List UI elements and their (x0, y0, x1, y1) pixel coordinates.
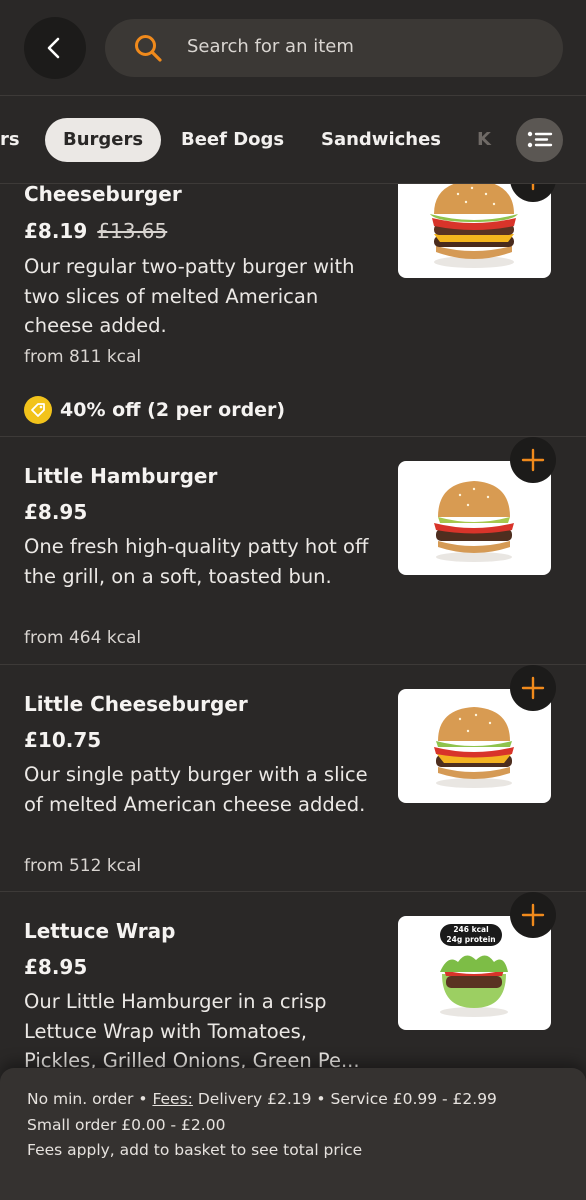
item-price: £10.75 (24, 728, 102, 752)
plus-icon (521, 676, 545, 700)
tab-previous[interactable]: rs (0, 118, 20, 162)
badge-kcal: 246 kcal (453, 925, 489, 934)
tab-burgers[interactable]: Burgers (45, 118, 162, 162)
min-order-text: No min. order (27, 1090, 134, 1108)
item-description: Our regular two-patty burger with two sl… (24, 255, 355, 337)
item-kcal: from 811 kcal (24, 347, 142, 367)
item-name: Little Hamburger (24, 464, 218, 488)
delivery-fee: Delivery £2.19 (197, 1090, 312, 1108)
fees-note: Fees apply, add to basket to see total p… (27, 1141, 363, 1159)
item-name: Cheeseburger (24, 184, 182, 206)
plus-icon (521, 903, 545, 927)
category-list-button[interactable] (516, 118, 563, 162)
plus-icon (531, 184, 535, 191)
item-description: One fresh high-quality patty hot off the… (24, 535, 369, 588)
tab-next[interactable]: K (477, 118, 491, 162)
item-kcal: from 512 kcal (24, 856, 142, 876)
add-to-basket-button[interactable] (510, 665, 556, 711)
search-placeholder: Search for an item (187, 36, 354, 57)
item-price-current: £8.19 (24, 219, 88, 243)
category-tabs: rs Burgers Beef Dogs Sandwiches K (0, 97, 586, 184)
search-input[interactable]: Search for an item (105, 19, 563, 77)
tag-icon (24, 396, 52, 424)
tab-beef-dogs[interactable]: Beef Dogs (181, 118, 284, 162)
menu-list: Cheeseburger £8.19 £13.65 Our regular two… (0, 184, 586, 1200)
service-fee: Service £0.99 - £2.99 (330, 1090, 497, 1108)
nutrition-badge: 246 kcal 24g protein (440, 924, 502, 946)
list-filter-icon (527, 131, 552, 148)
fees-line-1: No min. order • Fees: Delivery £2.19 • S… (27, 1087, 559, 1113)
badge-protein: 24g protein (446, 935, 496, 944)
item-price-old: £13.65 (97, 219, 168, 243)
search-icon (135, 35, 162, 62)
item-name: Lettuce Wrap (24, 919, 176, 943)
add-to-basket-button[interactable] (510, 437, 556, 483)
top-bar: Search for an item (0, 0, 586, 96)
chevron-left-icon (47, 37, 60, 59)
separator: • (316, 1090, 326, 1108)
item-price: £8.95 (24, 500, 88, 524)
separator: • (138, 1090, 148, 1108)
promo-badge: 40% off (2 per order) (24, 396, 285, 424)
item-description: Our single patty burger with a slice of … (24, 763, 368, 816)
add-to-basket-button[interactable] (510, 892, 556, 938)
list-item[interactable]: Cheeseburger £8.19 £13.65 Our regular two… (0, 184, 586, 437)
item-kcal: from 464 kcal (24, 628, 142, 648)
fees-link[interactable]: Fees: (152, 1090, 192, 1108)
item-name: Little Cheeseburger (24, 692, 248, 716)
small-order-fee: Small order £0.00 - £2.00 (27, 1115, 226, 1134)
item-price: £8.19 £13.65 (24, 219, 167, 243)
list-item[interactable]: Little Hamburger £8.95 One fresh high-qu… (0, 437, 586, 665)
promo-text: 40% off (2 per order) (60, 399, 286, 421)
list-item[interactable]: Little Cheeseburger £10.75 Our single pa… (0, 665, 586, 892)
item-price: £8.95 (24, 955, 88, 979)
plus-icon (521, 448, 545, 472)
item-description: Our Little Hamburger in a crisp Lettuce … (24, 990, 360, 1072)
tab-sandwiches[interactable]: Sandwiches (321, 118, 441, 162)
back-button[interactable] (24, 17, 86, 79)
fees-banner: No min. order • Fees: Delivery £2.19 • S… (0, 1068, 586, 1200)
